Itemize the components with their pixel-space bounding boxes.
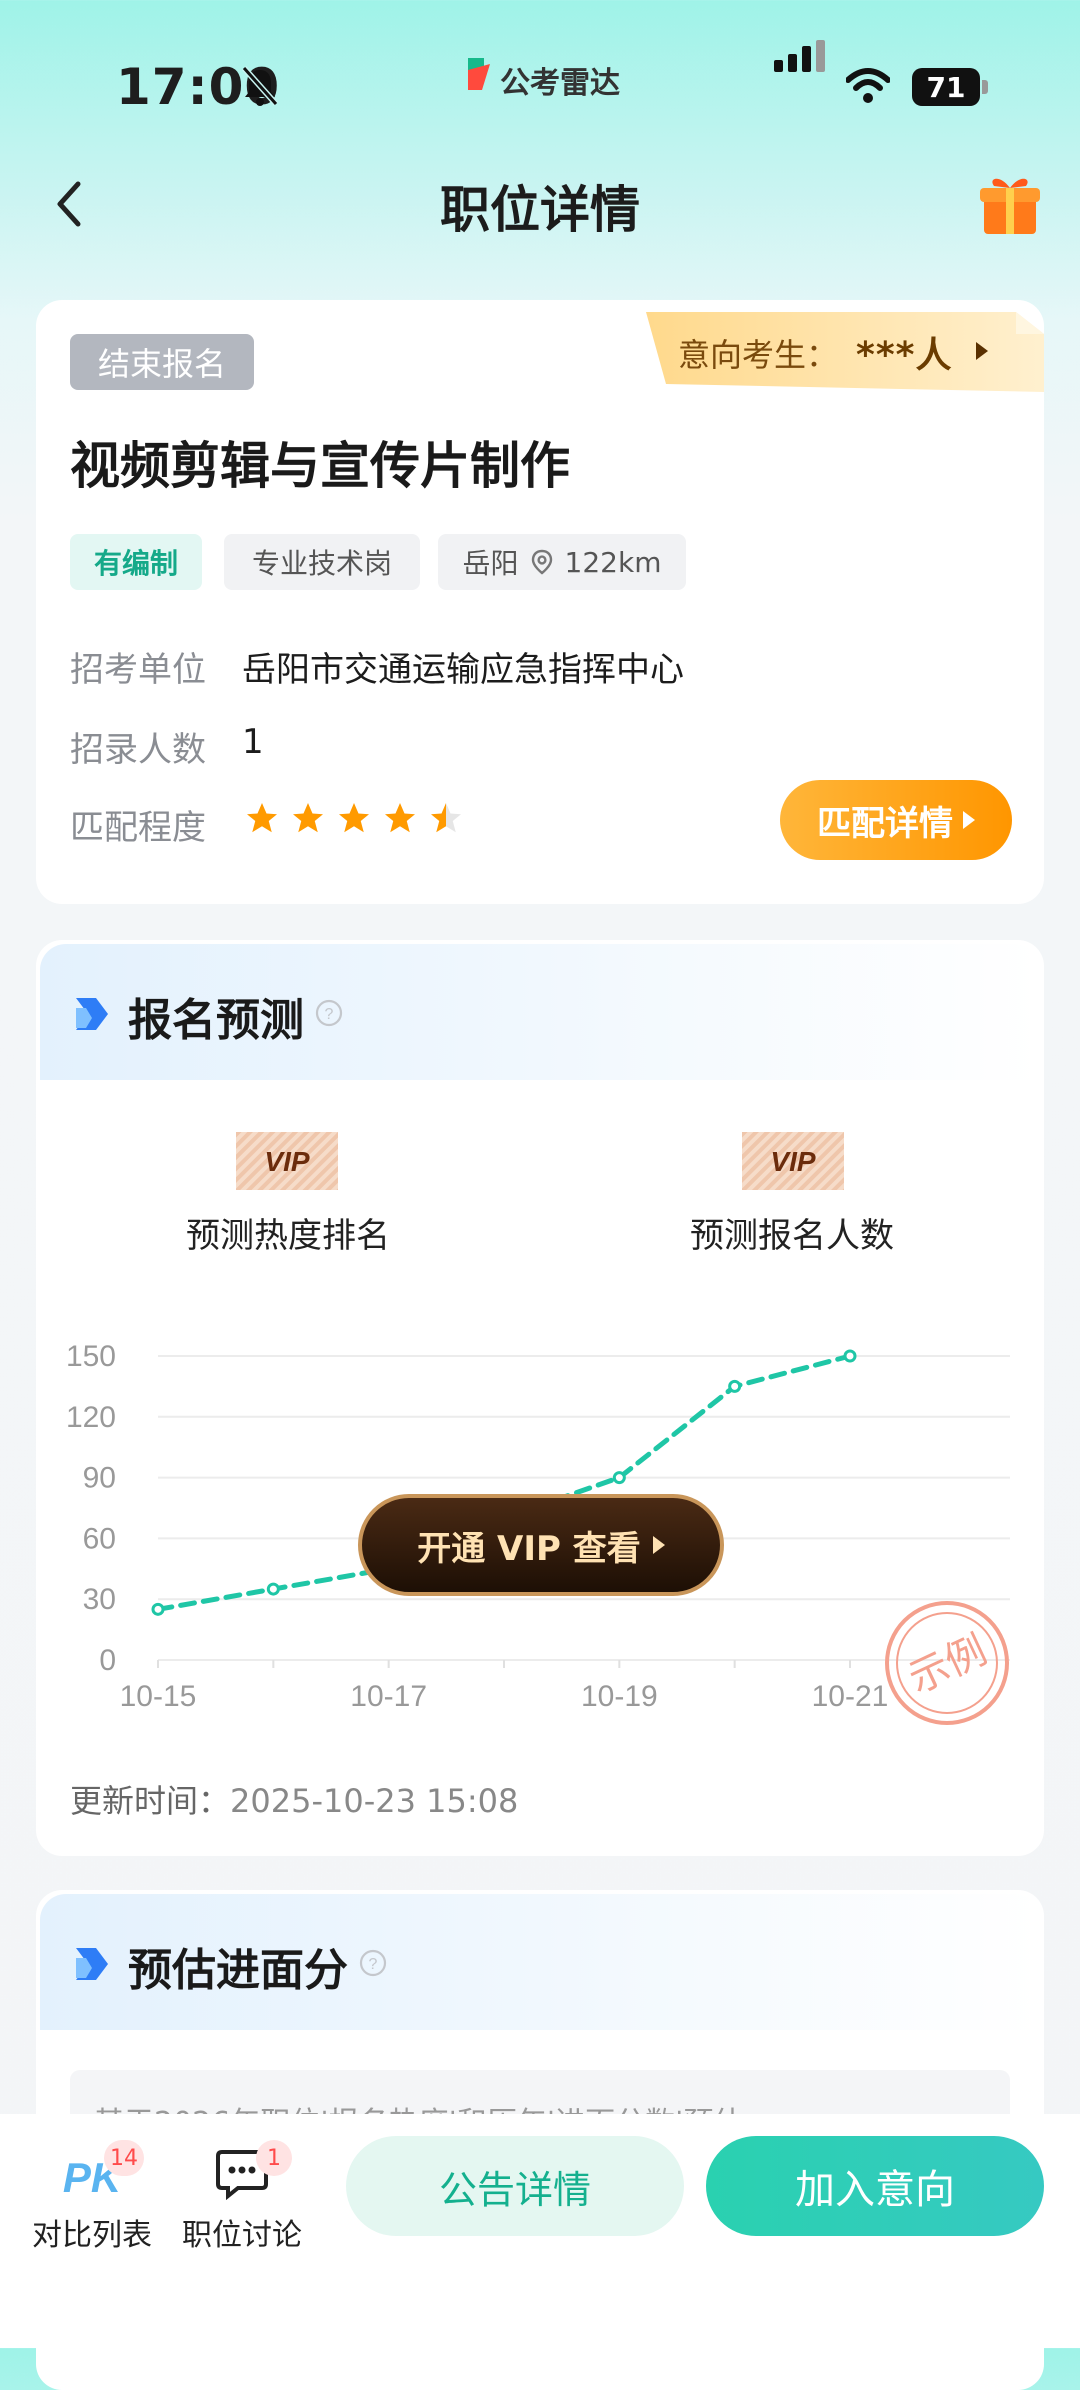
section-arrow-icon bbox=[76, 1948, 108, 1980]
svg-text:?: ? bbox=[369, 1956, 378, 1973]
location-distance: 122km bbox=[564, 545, 662, 579]
help-icon[interactable]: ? bbox=[314, 998, 344, 1028]
unit-label: 招考单位 bbox=[70, 650, 206, 690]
tag-location[interactable]: 岳阳 122km bbox=[438, 534, 686, 590]
stamp-text: 示例 bbox=[902, 1627, 994, 1702]
vip-badge-text: VIP bbox=[264, 1146, 309, 1177]
unlock-vip-label: 开通 VIP 查看 bbox=[417, 1528, 641, 1569]
star-icon bbox=[339, 803, 369, 833]
match-label: 匹配程度 bbox=[70, 808, 206, 848]
match-detail-label: 匹配详情 bbox=[817, 803, 953, 844]
tag-post-type: 专业技术岗 bbox=[224, 534, 420, 590]
play-arrow-icon bbox=[963, 811, 975, 829]
y-tick-label: 30 bbox=[83, 1583, 116, 1616]
status-badge: 结束报名 bbox=[70, 334, 254, 390]
notice-detail-button[interactable]: 公告详情 bbox=[346, 2136, 684, 2236]
mute-bell-icon bbox=[241, 66, 279, 106]
x-tick-label: 10-17 bbox=[350, 1680, 427, 1713]
discussion-badge: 1 bbox=[256, 2140, 292, 2176]
battery-nub bbox=[982, 80, 988, 94]
job-title: 视频剪辑与宣传片制作 bbox=[70, 437, 570, 495]
x-tick-label: 10-19 bbox=[581, 1680, 658, 1713]
vip-badge-icon: VIP bbox=[236, 1132, 338, 1190]
match-stars bbox=[244, 800, 464, 836]
y-tick-label: 60 bbox=[83, 1522, 116, 1555]
location-pin-icon bbox=[531, 549, 552, 575]
wifi-icon bbox=[846, 68, 890, 103]
page-title: 职位详情 bbox=[440, 181, 640, 239]
update-value: 2025-10-23 15:08 bbox=[230, 1782, 519, 1820]
discussion-tab[interactable]: 1 职位讨论 bbox=[162, 2140, 322, 2253]
vip-badge-text: VIP bbox=[770, 1146, 815, 1177]
update-label: 更新时间： bbox=[70, 1782, 231, 1820]
unit-value: 岳阳市交通运输应急指挥中心 bbox=[242, 650, 684, 690]
x-tick-label: 10-21 bbox=[812, 1680, 889, 1713]
score-title: 预估进面分 bbox=[128, 1945, 348, 1996]
compare-label: 对比列表 bbox=[32, 2218, 152, 2253]
half-star-icon bbox=[431, 803, 461, 833]
star-icon bbox=[385, 803, 415, 833]
quota-label: 招录人数 bbox=[70, 730, 206, 770]
y-tick-label: 0 bbox=[99, 1644, 116, 1677]
y-tick-label: 90 bbox=[83, 1462, 116, 1495]
tag-bianzhi: 有编制 bbox=[70, 534, 202, 590]
y-tick-label: 150 bbox=[66, 1340, 116, 1373]
star-icon bbox=[293, 803, 323, 833]
intent-label: 意向考生： bbox=[678, 336, 839, 374]
metric-rank-label: 预测热度排名 bbox=[186, 1216, 390, 1256]
help-icon[interactable]: ? bbox=[358, 1948, 388, 1978]
quota-value: 1 bbox=[242, 722, 264, 762]
discussion-label: 职位讨论 bbox=[182, 2218, 302, 2253]
intent-arrow-icon bbox=[976, 342, 988, 360]
match-detail-button[interactable]: 匹配详情 bbox=[780, 780, 1012, 860]
compare-list-tab[interactable]: PK 14 对比列表 bbox=[12, 2140, 172, 2253]
brand-name: 公考雷达 bbox=[500, 66, 620, 101]
intent-count: ***人 bbox=[856, 335, 953, 376]
prediction-title: 报名预测 bbox=[128, 995, 304, 1046]
update-time: 更新时间：2025-10-23 15:08 bbox=[70, 1776, 518, 1822]
compare-badge: 14 bbox=[104, 2140, 144, 2176]
location-city: 岳阳 bbox=[462, 547, 519, 580]
data-point bbox=[612, 1471, 626, 1485]
data-point bbox=[728, 1379, 742, 1393]
play-arrow-icon bbox=[652, 1536, 665, 1554]
metric-count-label: 预测报名人数 bbox=[690, 1216, 894, 1256]
unlock-vip-button[interactable]: 开通 VIP 查看 bbox=[358, 1494, 724, 1596]
star-icon bbox=[247, 803, 277, 833]
brand-logo-icon bbox=[468, 58, 490, 90]
data-point bbox=[266, 1582, 280, 1596]
section-arrow-icon bbox=[76, 998, 108, 1030]
y-tick-label: 120 bbox=[66, 1401, 116, 1434]
join-intent-button[interactable]: 加入意向 bbox=[706, 2136, 1044, 2236]
vip-badge-icon: VIP bbox=[742, 1132, 844, 1190]
gift-icon[interactable] bbox=[978, 170, 1042, 236]
battery-indicator: 71 bbox=[912, 68, 980, 106]
data-point bbox=[843, 1349, 857, 1363]
data-point bbox=[151, 1602, 165, 1616]
svg-text:?: ? bbox=[325, 1006, 334, 1023]
x-tick-label: 10-15 bbox=[120, 1680, 197, 1713]
example-stamp: 示例 bbox=[885, 1601, 1009, 1725]
